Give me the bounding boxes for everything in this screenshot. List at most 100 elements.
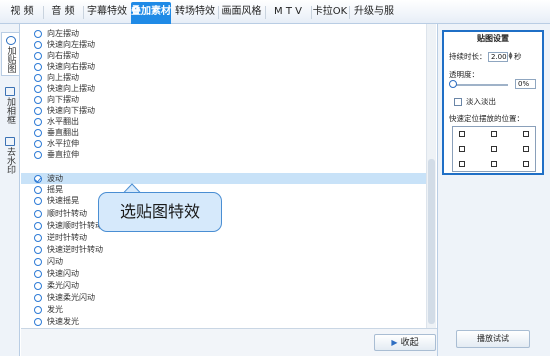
opacity-slider-track[interactable] bbox=[453, 84, 508, 86]
duration-label: 持续时长： bbox=[449, 52, 487, 61]
list-item[interactable]: 水平翻出 bbox=[21, 116, 427, 127]
position-bottom-left[interactable] bbox=[459, 161, 465, 167]
list-item[interactable]: 向左摆动 bbox=[21, 28, 427, 39]
radio-button[interactable] bbox=[34, 245, 42, 254]
list-item[interactable]: 向下摆动 bbox=[21, 94, 427, 105]
position-bottom-center[interactable] bbox=[491, 161, 497, 167]
list-item-selected[interactable]: 波动 bbox=[21, 173, 427, 184]
radio-button[interactable] bbox=[34, 196, 42, 205]
radio-button[interactable] bbox=[34, 73, 42, 82]
fade-label: 淡入淡出 bbox=[466, 97, 496, 106]
list-item[interactable]: 顺时针转动 bbox=[21, 208, 427, 219]
position-bottom-right[interactable] bbox=[523, 161, 529, 167]
radio-button[interactable] bbox=[34, 305, 42, 314]
radio-button[interactable] bbox=[34, 174, 42, 183]
effect-label: 向左摆动 bbox=[47, 29, 79, 38]
fade-checkbox[interactable] bbox=[454, 98, 462, 106]
radio-button[interactable] bbox=[34, 233, 42, 242]
tab-transition-effects[interactable]: 转场特效 bbox=[173, 2, 217, 24]
side-tab-remove-watermark[interactable]: 去水印 bbox=[1, 134, 19, 178]
side-tab-add-frame[interactable]: 加相框 bbox=[1, 84, 19, 126]
radio-button[interactable] bbox=[34, 293, 42, 302]
list-item[interactable]: 柔光闪动 bbox=[21, 280, 427, 291]
list-item[interactable]: 垂直翻出 bbox=[21, 127, 427, 138]
effect-label: 向下摆动 bbox=[47, 95, 79, 104]
opacity-slider-knob[interactable] bbox=[449, 80, 457, 88]
opacity-input[interactable]: 0% bbox=[515, 79, 536, 89]
list-item[interactable]: 快速顺时针转动 bbox=[21, 220, 427, 231]
effect-label: 水平拉伸 bbox=[47, 139, 79, 148]
radio-button[interactable] bbox=[34, 128, 42, 137]
radio-button[interactable] bbox=[34, 221, 42, 230]
effect-label: 摇晃 bbox=[47, 185, 63, 194]
tab-video[interactable]: 视 频 bbox=[2, 2, 42, 24]
radio-button[interactable] bbox=[34, 62, 42, 71]
list-item[interactable]: 垂直拉伸 bbox=[21, 149, 427, 160]
radio-button[interactable] bbox=[34, 117, 42, 126]
duration-input[interactable]: 2.00 bbox=[488, 52, 508, 62]
effect-label: 向上摆动 bbox=[47, 73, 79, 82]
list-item[interactable]: 摇晃 bbox=[21, 184, 427, 195]
effect-label: 快速向右摆动 bbox=[47, 62, 95, 71]
list-item[interactable]: 水平拉伸 bbox=[21, 138, 427, 149]
list-item[interactable]: 向上摆动 bbox=[21, 72, 427, 83]
list-item[interactable]: 快速向下摆动 bbox=[21, 105, 427, 116]
tab-karaoke[interactable]: 卡拉OK bbox=[312, 2, 348, 24]
position-middle-right[interactable] bbox=[523, 146, 529, 152]
effect-label: 水平翻出 bbox=[47, 117, 79, 126]
callout-bubble: 选贴图特效 bbox=[98, 192, 222, 232]
radio-button[interactable] bbox=[34, 269, 42, 278]
list-item[interactable]: 快速向左摆动 bbox=[21, 39, 427, 50]
radio-button[interactable] bbox=[34, 84, 42, 93]
tab-overlay-materials[interactable]: 叠加素材 bbox=[131, 2, 171, 24]
radio-button[interactable] bbox=[34, 257, 42, 266]
radio-button[interactable] bbox=[34, 95, 42, 104]
tab-subtitle-effects[interactable]: 字幕特效 bbox=[84, 2, 130, 24]
radio-button[interactable] bbox=[34, 150, 42, 159]
effect-label: 快速向左摆动 bbox=[47, 40, 95, 49]
position-top-right[interactable] bbox=[523, 131, 529, 137]
list-item[interactable]: 快速向右摆动 bbox=[21, 61, 427, 72]
list-item[interactable]: 快速向上摆动 bbox=[21, 83, 427, 94]
tab-audio[interactable]: 音 频 bbox=[44, 2, 82, 24]
position-top-center[interactable] bbox=[491, 131, 497, 137]
list-item[interactable]: 快速闪动 bbox=[21, 268, 427, 279]
radio-button[interactable] bbox=[34, 281, 42, 290]
list-item[interactable]: 快速摇晃 bbox=[21, 195, 427, 206]
position-top-left[interactable] bbox=[459, 131, 465, 137]
frame-icon bbox=[5, 87, 15, 96]
list-item[interactable]: 向右摆动 bbox=[21, 50, 427, 61]
list-item[interactable]: 闪动 bbox=[21, 256, 427, 267]
effect-label: 快速向上摆动 bbox=[47, 84, 95, 93]
list-item[interactable]: 逆时针转动 bbox=[21, 232, 427, 243]
list-item[interactable]: 发光 bbox=[21, 304, 427, 315]
effect-label: 垂直翻出 bbox=[47, 128, 79, 137]
list-item[interactable]: 快速发光 bbox=[21, 316, 427, 327]
collapse-button[interactable]: ▶ 收起 bbox=[374, 334, 436, 351]
preview-play-button[interactable]: 播放试试 bbox=[456, 330, 530, 348]
sticker-icon bbox=[5, 36, 16, 45]
duration-spinner[interactable]: ▲ ▼ bbox=[508, 52, 513, 62]
side-tab-add-sticker[interactable]: 加贴图 bbox=[1, 32, 19, 76]
radio-button[interactable] bbox=[34, 51, 42, 60]
radio-button[interactable] bbox=[34, 209, 42, 218]
list-scrollbar[interactable] bbox=[426, 24, 436, 328]
effect-label: 波动 bbox=[47, 174, 63, 183]
scrollbar-thumb[interactable] bbox=[428, 159, 435, 324]
collapse-label: 收起 bbox=[400, 338, 419, 348]
tab-mtv[interactable]: M T V bbox=[266, 2, 310, 24]
radio-button[interactable] bbox=[34, 29, 42, 38]
tab-picture-style[interactable]: 画面风格 bbox=[219, 2, 264, 24]
effect-label: 顺时针转动 bbox=[47, 209, 87, 218]
radio-button[interactable] bbox=[34, 40, 42, 49]
tab-upgrade-service[interactable]: 升级与服务 bbox=[350, 2, 398, 37]
position-center[interactable] bbox=[491, 146, 497, 152]
effect-list: 向左摆动 快速向左摆动 向右摆动 快速向右摆动 向上摆动 快速向上摆动 向下摆动… bbox=[21, 24, 437, 328]
radio-button[interactable] bbox=[34, 139, 42, 148]
position-middle-left[interactable] bbox=[459, 146, 465, 152]
list-item[interactable]: 快速柔光闪动 bbox=[21, 292, 427, 303]
radio-button[interactable] bbox=[34, 106, 42, 115]
radio-button[interactable] bbox=[34, 317, 42, 326]
list-item[interactable]: 快速逆时针转动 bbox=[21, 244, 427, 255]
radio-button[interactable] bbox=[34, 185, 42, 194]
